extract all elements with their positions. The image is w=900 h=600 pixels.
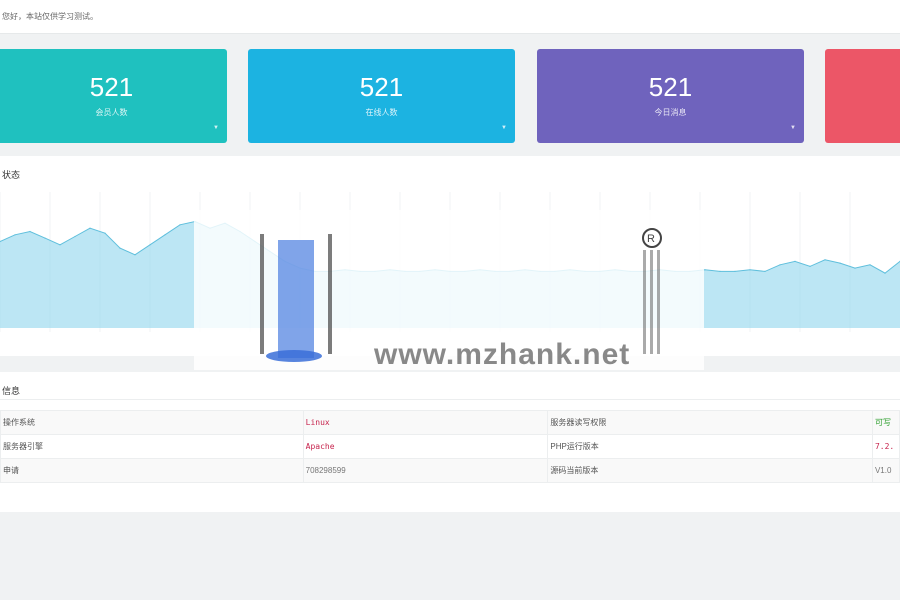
watermark-overlay: R www.mzhank.net xyxy=(194,210,704,371)
caret-down-icon: ▼ xyxy=(501,125,507,131)
chart-point xyxy=(719,270,721,272)
chart-point xyxy=(884,272,886,274)
table-row: 操作系统 Linux 服务器读写权限 可写 xyxy=(0,410,900,435)
chart-point xyxy=(164,234,166,236)
stat-card-members[interactable]: 521 会员人数 ▼ xyxy=(0,49,227,143)
stat-card-4[interactable] xyxy=(825,49,900,143)
chart-point xyxy=(59,244,61,246)
stat-card-messages[interactable]: 521 今日消息 ▼ xyxy=(537,49,804,143)
chart-point xyxy=(704,269,706,271)
table-row: 申请 708298599 源码当前版本 V1.0 xyxy=(0,458,900,483)
stat-label: 在线人数 xyxy=(365,108,398,117)
svg-text:R: R xyxy=(647,233,655,245)
info-key: 服务器读写权限 xyxy=(547,410,873,435)
chart-point xyxy=(134,254,136,256)
server-info-table: 操作系统 Linux 服务器读写权限 可写 服务器引擎 Apache PHP运行… xyxy=(0,410,900,483)
info-value: 708298599 xyxy=(302,458,549,483)
chart-point xyxy=(794,260,796,262)
stat-value: 521 xyxy=(359,72,404,102)
chart-point xyxy=(749,269,751,271)
chart-point xyxy=(104,232,106,234)
notice-text: 您好，本站仅供学习测试。 xyxy=(2,12,98,21)
watermark-text: www.mzhank.net xyxy=(374,338,631,371)
chart-point xyxy=(854,267,856,269)
stat-value: 521 xyxy=(89,72,134,102)
chart-point xyxy=(74,235,76,238)
chart-point xyxy=(44,237,46,239)
caret-down-icon: ▼ xyxy=(213,125,219,131)
chart-point xyxy=(779,264,781,266)
info-value: 可写 xyxy=(871,410,900,435)
chart-point xyxy=(824,259,826,261)
chart-point xyxy=(149,244,151,246)
chart-point xyxy=(734,270,736,272)
stat-label: 今日消息 xyxy=(654,108,687,117)
stat-card-online[interactable]: 521 在线人数 ▼ xyxy=(248,49,515,143)
stat-label: 会员人数 xyxy=(95,108,128,117)
stat-value: 521 xyxy=(648,72,693,102)
chart-panel-title: 状态 xyxy=(2,170,21,180)
info-panel-title: 信息 xyxy=(0,372,900,400)
notice-bar: 您好，本站仅供学习测试。 xyxy=(0,0,900,34)
chart-point xyxy=(869,264,871,266)
caret-down-icon: ▼ xyxy=(790,125,796,131)
chart-point xyxy=(839,262,841,264)
table-row: 服务器引擎 Apache PHP运行版本 7.2. xyxy=(0,434,900,459)
info-key: 操作系统 xyxy=(0,410,304,435)
info-value: Apache xyxy=(302,434,549,459)
info-key: PHP运行版本 xyxy=(547,434,873,459)
server-info-panel: 信息 操作系统 Linux 服务器读写权限 可写 服务器引擎 Apache PH… xyxy=(0,372,900,512)
chart-point xyxy=(89,227,91,229)
chart-point xyxy=(179,224,181,226)
chart-point xyxy=(809,265,811,267)
chart-point xyxy=(29,230,31,233)
info-value: 7.2. xyxy=(871,434,900,459)
chart-point xyxy=(764,270,766,272)
info-value: Linux xyxy=(302,410,549,435)
chart-point xyxy=(14,234,16,236)
info-key: 申请 xyxy=(0,458,304,483)
info-key: 源码当前版本 xyxy=(547,458,873,483)
info-value: V1.0 xyxy=(871,458,900,483)
chart-point xyxy=(119,247,121,249)
info-key: 服务器引擎 xyxy=(0,434,304,459)
